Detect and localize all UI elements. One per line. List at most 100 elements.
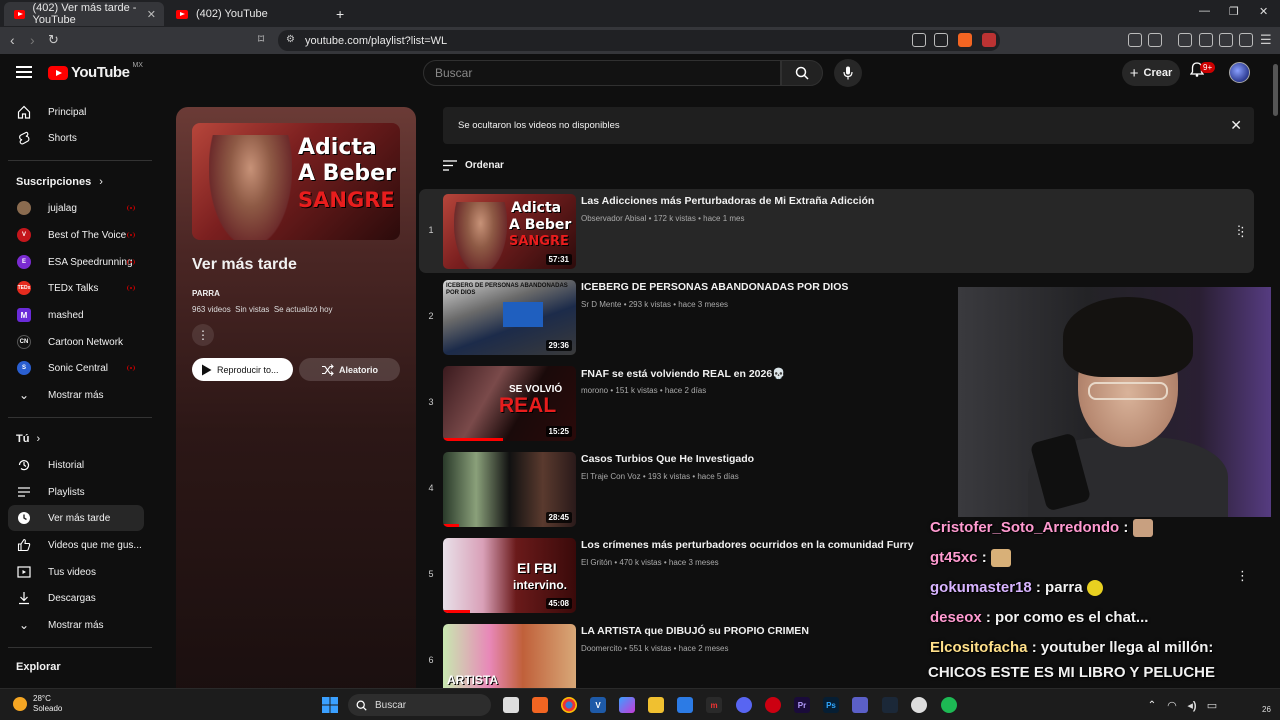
sidebar-item-playlists[interactable]: Playlists: [8, 479, 144, 505]
sidebar-show-more-subs[interactable]: ⌄ Mostrar más: [8, 382, 144, 408]
sidebar-item-shorts[interactable]: Shorts: [8, 125, 144, 151]
guide-menu-icon[interactable]: [16, 66, 32, 78]
video-thumbnail[interactable]: ARTISTA: [443, 624, 576, 688]
share-icon[interactable]: [934, 33, 948, 47]
sidebar-item-liked-videos[interactable]: Videos que me gus...: [8, 532, 144, 558]
playlist-video-row[interactable]: 1 Adicta A Beber SANGRE 57:31 Las Adicci…: [419, 189, 1254, 273]
playlist-owner[interactable]: PARRA: [192, 289, 220, 298]
play-all-button[interactable]: Reproducir to...: [192, 358, 293, 381]
brave-shield-icon[interactable]: [958, 33, 972, 47]
channel-name[interactable]: morono: [581, 386, 608, 395]
tab-search-icon[interactable]: [1148, 33, 1162, 47]
video-thumbnail[interactable]: 28:45: [443, 452, 576, 527]
sort-button[interactable]: Ordenar: [443, 160, 504, 171]
more-vert-icon[interactable]: ⋮: [1236, 568, 1249, 584]
taskbar-search[interactable]: Buscar: [348, 694, 491, 716]
rewards-icon[interactable]: [982, 33, 996, 47]
sidebar-toggle-icon[interactable]: [1178, 33, 1192, 47]
premiere-icon[interactable]: Pr: [794, 697, 810, 713]
sidebar-item-sonic-central[interactable]: S Sonic Central: [8, 355, 144, 381]
brave-browser-icon[interactable]: [532, 697, 548, 713]
playlist-video-row[interactable]: 5 El FBI intervino. 45:08 Los crímenes m…: [419, 533, 1254, 617]
cast-icon[interactable]: [912, 33, 926, 47]
teams-icon[interactable]: [852, 697, 868, 713]
windows-start-icon[interactable]: [322, 697, 338, 713]
search-input[interactable]: Buscar: [423, 60, 781, 86]
reload-icon[interactable]: ↻: [48, 32, 59, 48]
minimize-icon[interactable]: —: [1199, 5, 1210, 17]
dismiss-notice-icon[interactable]: ✕: [1230, 117, 1242, 134]
extensions-icon[interactable]: [1128, 33, 1142, 47]
channel-name[interactable]: El Traje Con Voz: [581, 472, 641, 481]
channel-name[interactable]: Doomercito: [581, 644, 622, 653]
video-title[interactable]: ICEBERG DE PERSONAS ABANDONADAS POR DIOS: [581, 281, 848, 293]
video-thumbnail[interactable]: SE VOLVIÓ REAL 15:25: [443, 366, 576, 441]
sidebar-item-mashed[interactable]: M mashed: [8, 302, 144, 328]
video-title[interactable]: Casos Turbios Que He Investigado: [581, 453, 754, 465]
search-button[interactable]: [781, 60, 823, 86]
new-tab-button[interactable]: +: [330, 2, 354, 26]
channel-name[interactable]: Sr D Mente: [581, 300, 621, 309]
weather-widget[interactable]: 28°C Soleado: [13, 694, 62, 714]
page-scrollbar[interactable]: [1271, 54, 1280, 688]
sidebar-item-tedx-talks[interactable]: TEDx TEDx Talks: [8, 275, 144, 301]
sidebar-item-descargas[interactable]: Descargas: [8, 585, 144, 611]
chevron-up-icon[interactable]: ⌃: [1144, 697, 1160, 713]
network-icon[interactable]: ◠: [1164, 697, 1180, 713]
back-icon[interactable]: ‹: [10, 32, 15, 48]
close-window-icon[interactable]: ✕: [1259, 5, 1268, 18]
sidebar-show-more-you[interactable]: ⌄ Mostrar más: [8, 612, 144, 638]
copilot-icon[interactable]: [619, 697, 635, 713]
discord-icon[interactable]: [736, 697, 752, 713]
sidebar-item-ver-mas-tarde[interactable]: Ver más tarde: [8, 505, 144, 531]
video-title[interactable]: LA ARTISTA que DIBUJÓ su PROPIO CRIMEN: [581, 625, 809, 637]
m-app-icon[interactable]: m: [706, 697, 722, 713]
more-vert-icon[interactable]: ⋮: [1236, 224, 1249, 240]
file-explorer-icon[interactable]: [648, 697, 664, 713]
youtube-logo[interactable]: YouTube MX: [48, 62, 143, 81]
tab-watch-later[interactable]: (402) Ver más tarde - YouTube ✕: [4, 2, 164, 26]
account-avatar[interactable]: [1229, 62, 1250, 83]
you-heading[interactable]: Tú ›: [16, 433, 40, 445]
video-title[interactable]: FNAF se está volviendo REAL en 2026💀: [581, 367, 785, 380]
sidebar-item-tus-videos[interactable]: Tus videos: [8, 559, 144, 585]
channel-name[interactable]: El Gritón: [581, 558, 612, 567]
battery-icon[interactable]: ▭: [1204, 697, 1220, 713]
sidebar-item-jujalag[interactable]: jujalag: [8, 195, 144, 221]
channel-name[interactable]: Observador Abisal: [581, 214, 646, 223]
video-thumbnail[interactable]: ICEBERG DE PERSONAS ABANDONADAS POR DIOS…: [443, 280, 576, 355]
sidebar-item-historial[interactable]: Historial: [8, 452, 144, 478]
close-tab-icon[interactable]: ✕: [147, 8, 156, 21]
voice-search-button[interactable]: [834, 59, 862, 87]
shuffle-button[interactable]: Aleatorio: [299, 358, 400, 381]
restore-icon[interactable]: ❐: [1229, 5, 1239, 18]
subscriptions-heading[interactable]: Suscripciones ›: [16, 176, 103, 188]
video-thumbnail[interactable]: Adicta A Beber SANGRE 57:31: [443, 194, 576, 269]
video-title[interactable]: Los crímenes más perturbadores ocurridos…: [581, 539, 914, 551]
opera-icon[interactable]: [765, 697, 781, 713]
playlist-thumbnail[interactable]: Adicta A Beber SANGRE: [192, 123, 400, 240]
microsoft-store-icon[interactable]: [677, 697, 693, 713]
volume-icon[interactable]: ◂): [1184, 697, 1200, 713]
scrollbar-thumb[interactable]: [1273, 64, 1278, 116]
forward-icon[interactable]: ›: [30, 32, 35, 48]
v-app-icon[interactable]: V: [590, 697, 606, 713]
video-thumbnail[interactable]: El FBI intervino. 45:08: [443, 538, 576, 613]
task-view-icon[interactable]: [503, 697, 519, 713]
url-field[interactable]: youtube.com/playlist?list=WL: [278, 30, 1000, 51]
playlist-more-actions-button[interactable]: ⋮: [192, 324, 214, 346]
video-title[interactable]: Las Adicciones más Perturbadoras de Mi E…: [581, 195, 874, 207]
vpn-icon[interactable]: [1239, 33, 1253, 47]
site-info-icon[interactable]: ⚙: [286, 34, 295, 45]
create-button[interactable]: + Crear: [1122, 60, 1180, 86]
photoshop-icon[interactable]: Ps: [823, 697, 839, 713]
wallet-icon[interactable]: [1199, 33, 1213, 47]
sidebar-item-cartoon-network[interactable]: CN Cartoon Network: [8, 329, 144, 355]
steam-icon[interactable]: [882, 697, 898, 713]
chrome-icon[interactable]: [561, 697, 577, 713]
bookmark-icon[interactable]: ⌑: [258, 32, 264, 46]
tab-youtube-home[interactable]: (402) YouTube: [166, 2, 326, 26]
sidebar-item-best-of-the-voice[interactable]: V Best of The Voice: [8, 222, 144, 248]
sidebar-item-esa-speedrunning[interactable]: E ESA Speedrunning: [8, 249, 144, 275]
browser-menu-icon[interactable]: ☰: [1260, 32, 1272, 48]
